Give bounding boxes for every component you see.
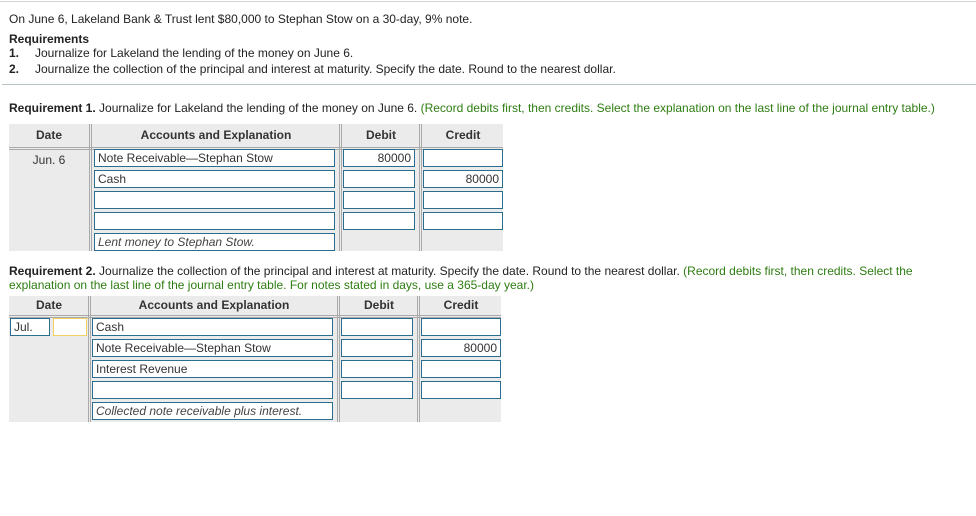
- problem-statement: On June 6, Lakeland Bank & Trust lent $8…: [9, 12, 473, 26]
- requirement-text: Journalize for Lakeland the lending of t…: [35, 46, 354, 60]
- credit-input[interactable]: 80000: [421, 339, 501, 357]
- debit-input[interactable]: 80000: [343, 149, 415, 167]
- column-separator: [417, 296, 420, 422]
- account-input[interactable]: Interest Revenue: [92, 360, 333, 378]
- column-header-credit: Credit: [443, 298, 479, 312]
- journal-table-2: Date Accounts and Explanation Debit Cred…: [9, 296, 501, 422]
- column-separator: [339, 124, 342, 251]
- account-input[interactable]: Cash: [92, 318, 333, 336]
- column-header-credit: Credit: [445, 128, 481, 142]
- journal-table-1: Date Accounts and Explanation Debit Cred…: [9, 124, 503, 251]
- requirement-item-2: 2. Journalize the collection of the princ…: [9, 62, 616, 76]
- debit-input[interactable]: [341, 339, 413, 357]
- account-input[interactable]: Cash: [94, 170, 335, 188]
- column-header-accounts: Accounts and Explanation: [140, 128, 292, 142]
- requirement-number: 1.: [9, 46, 20, 60]
- account-input[interactable]: [94, 191, 335, 209]
- account-input[interactable]: [92, 381, 333, 399]
- requirements-heading: Requirements: [9, 32, 90, 46]
- debit-input[interactable]: [341, 318, 413, 336]
- column-header-date: Date: [35, 298, 62, 312]
- credit-input[interactable]: [423, 191, 503, 209]
- requirement-item-1: 1. Journalize for Lakeland the lending of…: [9, 46, 353, 60]
- account-input[interactable]: [94, 212, 335, 230]
- column-header-debit: Debit: [366, 128, 396, 142]
- requirement-text: Journalize the collection of the princip…: [35, 62, 616, 76]
- account-input[interactable]: Note Receivable—Stephan Stow: [92, 339, 333, 357]
- column-separator: [419, 124, 422, 251]
- requirement-2-text: Journalize the collection of the princip…: [95, 264, 684, 278]
- debit-input[interactable]: [343, 170, 415, 188]
- section-divider: [2, 84, 976, 85]
- column-separator: [88, 296, 91, 422]
- credit-input[interactable]: 80000: [423, 170, 503, 188]
- credit-input[interactable]: [421, 381, 501, 399]
- explanation-input[interactable]: Collected note receivable plus interest.: [92, 402, 333, 420]
- entry-date: Jun. 6: [32, 153, 66, 167]
- credit-input[interactable]: [423, 149, 503, 167]
- debit-input[interactable]: [341, 381, 413, 399]
- column-separator: [337, 296, 340, 422]
- requirement-1-label: Requirement 1.: [9, 101, 96, 115]
- top-border: [0, 1, 976, 2]
- debit-input[interactable]: [343, 212, 415, 230]
- requirement-1-instructions: Requirement 1. Journalize for Lakeland t…: [9, 101, 969, 115]
- requirement-1-text: Journalize for Lakeland the lending of t…: [95, 101, 421, 115]
- date-day-input[interactable]: [53, 318, 87, 336]
- requirement-2-instructions: Requirement 2. Journalize the collection…: [9, 264, 974, 292]
- requirement-number: 2.: [9, 62, 20, 76]
- credit-input[interactable]: [423, 212, 503, 230]
- column-separator: [89, 124, 92, 251]
- column-header-date: Date: [35, 128, 62, 142]
- column-header-accounts: Accounts and Explanation: [138, 298, 290, 312]
- credit-input[interactable]: [421, 360, 501, 378]
- debit-input[interactable]: [343, 191, 415, 209]
- debit-input[interactable]: [341, 360, 413, 378]
- account-input[interactable]: Note Receivable—Stephan Stow: [94, 149, 335, 167]
- requirement-1-hint: (Record debits first, then credits. Sele…: [420, 101, 935, 115]
- requirement-2-label: Requirement 2.: [9, 264, 96, 278]
- explanation-input[interactable]: Lent money to Stephan Stow.: [94, 233, 335, 251]
- date-month-input[interactable]: Jul.: [10, 318, 50, 336]
- credit-input[interactable]: [421, 318, 501, 336]
- column-header-debit: Debit: [364, 298, 394, 312]
